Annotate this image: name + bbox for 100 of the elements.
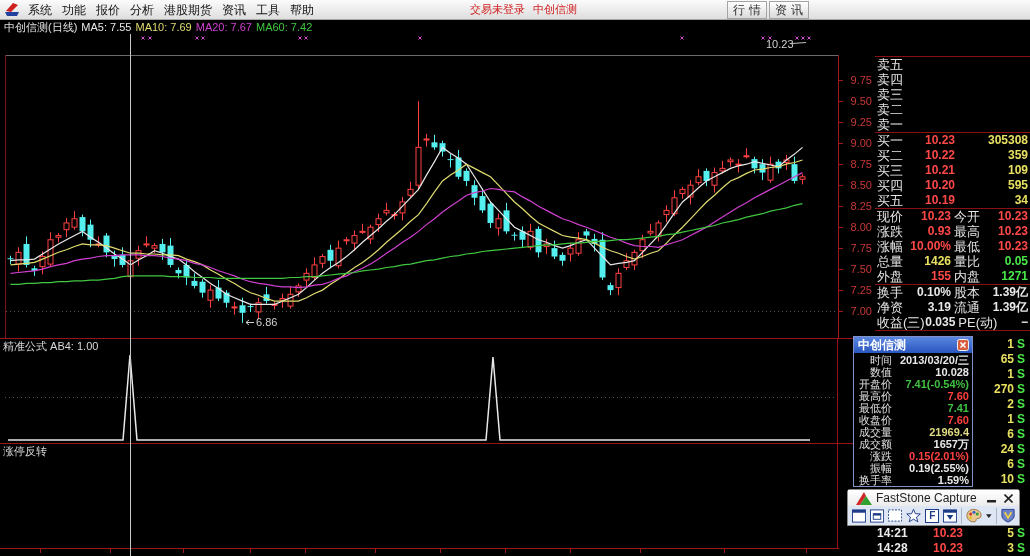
popup-value: 21969.4	[928, 426, 969, 438]
tick-price: 10.23	[931, 541, 963, 556]
caret-icon[interactable]	[986, 513, 992, 518]
menu-item[interactable]: 报价	[96, 1, 120, 18]
quote-value: 0.10%	[915, 285, 951, 300]
order-book-label: 买四	[877, 178, 904, 193]
indicator-label: 涨停反转	[3, 445, 47, 457]
popup-value: 0.15(2.01%)	[908, 450, 969, 462]
x-marker-icon	[761, 36, 765, 40]
price-axis-label: 8.00	[850, 221, 872, 234]
quote-value: 10.23	[996, 209, 1028, 224]
bid-volume: 34	[1013, 193, 1028, 208]
letter-button[interactable]: F	[925, 508, 940, 523]
palette-icon[interactable]	[966, 508, 983, 523]
view-button[interactable]: 行 情	[727, 0, 767, 19]
quote-value: 1.39亿	[991, 300, 1028, 315]
close-icon[interactable]	[1004, 493, 1013, 503]
popup-label: 振幅	[870, 462, 892, 474]
quote-value: 10.23	[919, 209, 951, 224]
menu-item[interactable]: 帮助	[290, 1, 314, 18]
x-marker-icon	[768, 36, 772, 40]
quote-label: 涨幅	[877, 239, 904, 254]
quote-value: 10.23	[996, 224, 1028, 239]
bid-price: 10.21	[923, 163, 955, 178]
quote-label: 今开	[954, 209, 981, 224]
star-icon[interactable]	[906, 508, 922, 523]
popup-value: 1657万	[932, 438, 969, 450]
tick-volume: 5	[1006, 526, 1014, 541]
tick-side: S	[1016, 382, 1026, 397]
bid-volume: 595	[1006, 178, 1028, 193]
candlestick	[487, 200, 494, 229]
menu-item[interactable]: 功能	[62, 1, 86, 18]
tick-time: 14:28	[877, 541, 909, 556]
tick-side: S	[1016, 367, 1026, 382]
price-axis-label: 8.25	[850, 200, 872, 213]
quote-label: 最低	[954, 239, 981, 254]
order-book-label: 卖四	[877, 72, 903, 87]
price-axis-label: 7.75	[850, 242, 872, 255]
tick-side: S	[1016, 427, 1026, 442]
menu-item[interactable]: 工具	[256, 1, 280, 18]
popup-label: 最低价	[858, 402, 892, 414]
candlestick	[503, 202, 510, 235]
candlestick	[519, 225, 526, 248]
popup-label: 开盘价	[858, 378, 892, 390]
price-label: 6.86	[256, 316, 278, 328]
shield-icon[interactable]	[1000, 508, 1015, 523]
quote-label: 量比	[954, 254, 981, 269]
popup-value: 7.41(-0.54%)	[904, 378, 969, 390]
x-marker-icon	[141, 36, 145, 40]
quote-value: 3.19	[926, 300, 951, 315]
stock-name-text: 中创信测	[533, 2, 577, 17]
quote-value: 0.93	[926, 224, 951, 239]
x-marker-icon	[680, 36, 684, 40]
legend-item: MA20: 7.67	[195, 20, 252, 34]
tick-side: S	[1016, 442, 1026, 457]
price-axis-label: 8.50	[850, 179, 872, 192]
tick-time: 14:21	[877, 526, 909, 541]
x-marker-icon	[418, 36, 422, 40]
quote-value: 10.23	[996, 239, 1028, 254]
tick-side: S	[1016, 397, 1026, 412]
price-axis-label: 9.00	[850, 137, 872, 150]
order-book-label: 卖一	[877, 117, 903, 132]
price-axis-label: 7.00	[850, 305, 872, 318]
bid-volume: 305308	[986, 133, 1028, 148]
bid-volume: 359	[1006, 148, 1028, 163]
x-marker-icon	[801, 36, 805, 40]
price-axis-label: 9.50	[850, 95, 872, 108]
tick-side: S	[1016, 337, 1026, 352]
candlestick	[551, 240, 558, 260]
candlestick	[239, 297, 246, 324]
quote-label: 现价	[877, 209, 904, 224]
quote-value: −	[1020, 315, 1028, 330]
leader-arrow	[245, 319, 255, 326]
quote-label: 内盘	[954, 269, 981, 284]
bid-volume: 109	[1006, 163, 1028, 178]
nested-window-icon[interactable]	[870, 508, 885, 523]
quote-value: 0.05	[1003, 254, 1028, 269]
dashed-rectangle-icon[interactable]	[888, 509, 903, 522]
quote-label: 收益(三)	[877, 315, 925, 330]
price-axis-label: 7.50	[850, 263, 872, 276]
order-book-label: 卖二	[877, 102, 903, 117]
leader-line	[791, 42, 807, 44]
popup-title: 中创信测	[858, 336, 906, 354]
bid-price: 10.20	[923, 178, 955, 193]
window-icon[interactable]	[852, 508, 867, 523]
menu-item[interactable]: 系统	[28, 1, 52, 18]
order-book-label: 买五	[877, 193, 904, 208]
view-button[interactable]: 资 讯	[769, 0, 809, 19]
x-marker-icon	[304, 36, 308, 40]
tick-volume: 1	[1006, 337, 1014, 352]
quote-label: 总量	[877, 254, 904, 269]
logo-icon[interactable]	[4, 2, 20, 17]
candlestick	[159, 238, 166, 261]
bid-price: 10.22	[923, 148, 955, 163]
order-book-label: 买二	[877, 148, 904, 163]
menu-item[interactable]: 分析	[130, 1, 154, 18]
menu-item[interactable]: 港股期货	[164, 1, 212, 18]
menu-item[interactable]: 资讯	[222, 1, 246, 18]
x-marker-icon	[201, 36, 205, 40]
candlestick	[79, 214, 86, 237]
